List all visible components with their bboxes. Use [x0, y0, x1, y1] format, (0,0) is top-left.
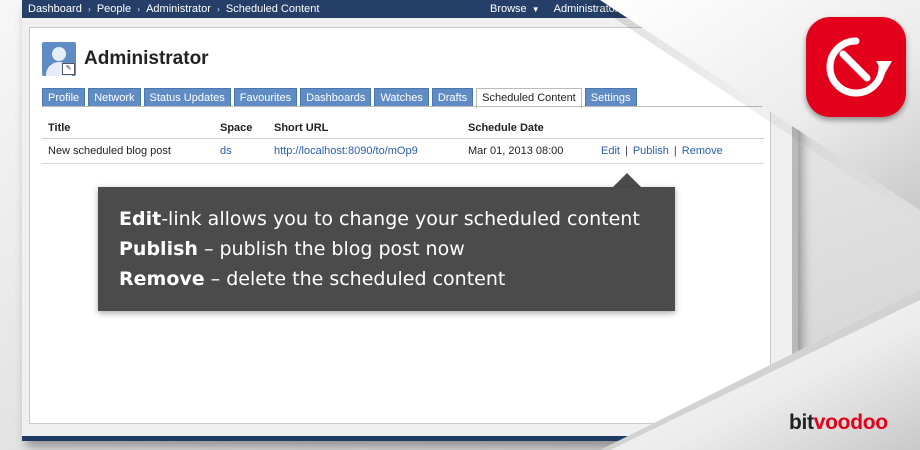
user-avatar-icon[interactable]: ✎ — [42, 42, 76, 76]
tab-status-updates[interactable]: Status Updates — [143, 88, 231, 107]
nav-right: Browse ▼ Administrator — [490, 0, 618, 18]
tooltip-arrow — [613, 173, 641, 187]
breadcrumb-people[interactable]: People — [97, 3, 131, 15]
breadcrumb-scheduled-content[interactable]: Scheduled Content — [226, 3, 320, 15]
top-navigation: Dashboard › People › Administrator › Sch… — [22, 0, 792, 18]
tooltip-line-publish: Publish – publish the blog post now — [119, 238, 465, 260]
scheduled-clock-icon — [806, 17, 906, 117]
tab-drafts[interactable]: Drafts — [431, 88, 474, 107]
chevron-right-icon: › — [216, 4, 220, 14]
tab-settings[interactable]: Settings — [584, 88, 637, 107]
tab-watches[interactable]: Watches — [374, 88, 429, 107]
scheduled-content-table: Title Space Short URL Schedule Date New … — [42, 117, 764, 164]
tab-network[interactable]: Network — [88, 88, 141, 107]
user-menu[interactable]: Administrator — [554, 3, 619, 15]
tab-favourites[interactable]: Favourites — [233, 88, 298, 107]
table-header-row: Title Space Short URL Schedule Date — [42, 117, 764, 139]
breadcrumb-dashboard[interactable]: Dashboard — [28, 3, 82, 15]
profile-tabs: Profile Network Status Updates Favourite… — [42, 88, 637, 109]
tooltip-line-remove: Remove – delete the scheduled content — [119, 268, 506, 290]
caret-down-icon: ▼ — [531, 4, 540, 14]
profile-header: ✎ Administrator — [42, 42, 209, 76]
separator: | — [624, 145, 628, 157]
edit-link[interactable]: Edit — [601, 145, 620, 157]
row-short-url-link[interactable]: http://localhost:8090/to/mOp9 — [274, 145, 418, 157]
row-schedule-date: Mar 01, 2013 08:00 — [462, 138, 595, 164]
separator: | — [673, 145, 677, 157]
tab-dashboards[interactable]: Dashboards — [300, 88, 372, 107]
column-title: Title — [42, 117, 214, 139]
column-space: Space — [214, 117, 268, 139]
tooltip-line-edit: Edit-link allows you to change your sche… — [119, 208, 640, 230]
browse-menu[interactable]: Browse — [490, 3, 527, 15]
bitvoodoo-logo: bitvoodoo — [789, 411, 888, 434]
row-title: New scheduled blog post — [42, 138, 214, 164]
table-row: New scheduled blog post ds http://localh… — [42, 138, 764, 164]
page-title: Administrator — [84, 48, 209, 69]
column-actions — [595, 117, 764, 139]
chevron-right-icon: › — [87, 4, 91, 14]
column-schedule-date: Schedule Date — [462, 117, 595, 139]
tab-profile[interactable]: Profile — [42, 88, 86, 107]
breadcrumb: Dashboard › People › Administrator › Sch… — [28, 3, 319, 15]
remove-link[interactable]: Remove — [682, 145, 723, 157]
row-space-link[interactable]: ds — [220, 145, 232, 157]
chevron-right-icon: › — [137, 4, 141, 14]
help-tooltip: Edit-link allows you to change your sche… — [98, 187, 675, 311]
breadcrumb-administrator[interactable]: Administrator — [146, 3, 211, 15]
publish-link[interactable]: Publish — [633, 145, 669, 157]
row-actions: Edit | Publish | Remove — [595, 138, 764, 164]
tab-divider — [42, 106, 764, 107]
column-short-url: Short URL — [268, 117, 462, 139]
